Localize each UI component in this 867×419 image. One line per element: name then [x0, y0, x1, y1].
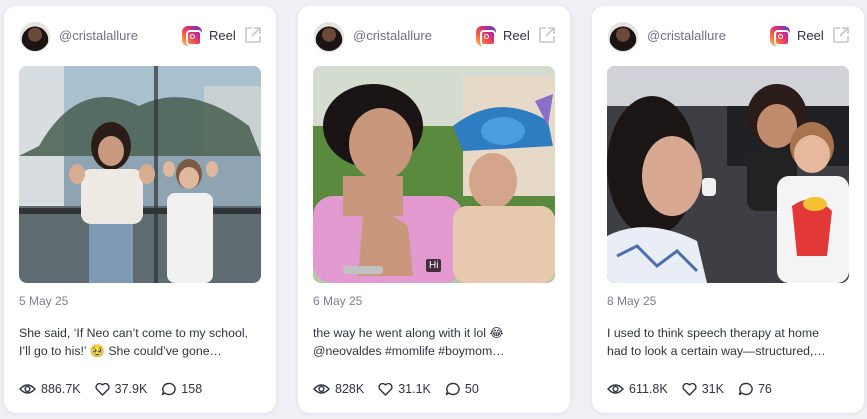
comments-count: 76: [757, 382, 772, 396]
caption-line: the way he went along with it lol 😂: [313, 326, 504, 340]
views-count: 886.7K: [41, 382, 81, 396]
heart-icon: [95, 382, 110, 396]
avatar[interactable]: [608, 22, 638, 52]
reel-label: Reel: [503, 28, 530, 43]
views-count: 828K: [335, 382, 365, 396]
post-card[interactable]: @cristalallure Reel 5 May 25 She said, ‘…: [4, 6, 276, 413]
post-handle[interactable]: @cristalallure: [353, 28, 432, 43]
post-handle[interactable]: @cristalallure: [647, 28, 726, 43]
likes-stat: 37.9K: [95, 382, 148, 396]
external-link-icon[interactable]: [831, 25, 851, 45]
avatar[interactable]: [20, 22, 50, 52]
comment-icon: [162, 382, 177, 396]
views-stat: 828K: [313, 382, 364, 396]
avatar[interactable]: [314, 22, 344, 52]
comment-icon: [445, 382, 460, 396]
instagram-icon: [476, 26, 496, 46]
post-caption: She said, ‘If Neo can’t come to my schoo…: [19, 324, 263, 360]
likes-count: 31.1K: [398, 382, 431, 396]
post-header: @cristalallure Reel: [298, 6, 570, 64]
post-stats: 886.7K 37.9K 158: [19, 380, 216, 398]
caption-line: I’ll go to his!’ 🥹 She could’ve gone…: [19, 344, 222, 358]
caption-line: I used to think speech therapy at home: [607, 326, 819, 340]
post-caption: I used to think speech therapy at home h…: [607, 324, 851, 360]
heart-icon: [682, 382, 697, 396]
caption-overlay: Hi: [426, 259, 442, 272]
views-stat: 886.7K: [19, 382, 81, 396]
post-date: 8 May 25: [607, 294, 657, 308]
eye-icon: [313, 384, 330, 394]
comments-stat: 76: [738, 382, 772, 396]
eye-icon: [607, 384, 624, 394]
comments-count: 50: [464, 382, 479, 396]
reel-label: Reel: [797, 28, 824, 43]
caption-line: She said, ‘If Neo can’t come to my schoo…: [19, 326, 248, 340]
comment-icon: [738, 382, 753, 396]
eye-icon: [19, 384, 36, 394]
views-stat: 611.8K: [607, 382, 668, 396]
post-thumbnail[interactable]: [19, 66, 261, 283]
comments-count: 158: [181, 382, 203, 396]
instagram-icon: [770, 26, 790, 46]
caption-line: had to look a certain way—structured,…: [607, 344, 826, 358]
instagram-icon: [182, 26, 202, 46]
external-link-icon[interactable]: [243, 25, 263, 45]
comments-stat: 50: [445, 382, 479, 396]
comments-stat: 158: [161, 382, 202, 396]
post-stats: 611.8K 31K 76: [607, 380, 786, 398]
post-caption: the way he went along with it lol 😂 @neo…: [313, 324, 557, 360]
views-count: 611.8K: [629, 382, 668, 396]
post-handle[interactable]: @cristalallure: [59, 28, 138, 43]
likes-count: 31K: [701, 382, 724, 396]
post-thumbnail[interactable]: Hi: [313, 66, 555, 283]
likes-stat: 31.1K: [378, 382, 431, 396]
post-header: @cristalallure Reel: [592, 6, 864, 64]
post-card[interactable]: @cristalallure Reel 8 May 25 I used to t…: [592, 6, 864, 413]
heart-icon: [378, 382, 393, 396]
caption-line: @neovaldes #momlife #boymom…: [313, 344, 505, 358]
post-stats: 828K 31.1K 50: [313, 380, 493, 398]
post-date: 6 May 25: [313, 294, 363, 308]
post-header: @cristalallure Reel: [4, 6, 276, 64]
likes-count: 37.9K: [114, 382, 148, 396]
post-date: 5 May 25: [19, 294, 69, 308]
post-card[interactable]: @cristalallure Reel Hi 6 May 25 the way …: [298, 6, 570, 413]
post-thumbnail[interactable]: [607, 66, 849, 283]
likes-stat: 31K: [682, 382, 724, 396]
reel-label: Reel: [209, 28, 236, 43]
external-link-icon[interactable]: [537, 25, 557, 45]
